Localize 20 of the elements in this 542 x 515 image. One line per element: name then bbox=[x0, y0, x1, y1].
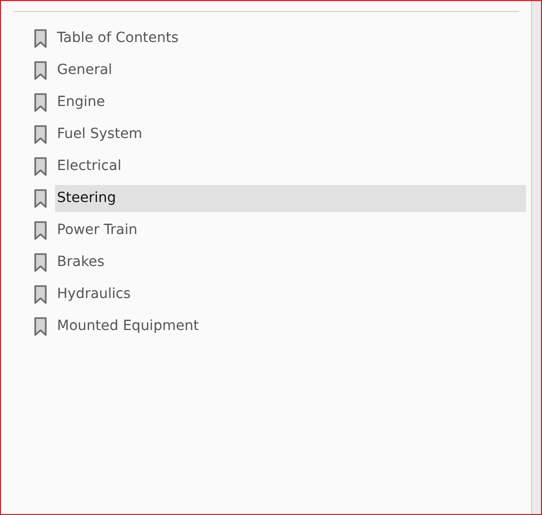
bookmark-icon bbox=[34, 156, 47, 176]
bookmark-item[interactable]: Fuel System bbox=[55, 120, 526, 148]
bookmark-icon bbox=[34, 92, 47, 112]
bookmark-item[interactable]: Electrical bbox=[55, 152, 526, 180]
bookmark-item[interactable]: Hydraulics bbox=[55, 280, 526, 308]
bookmark-icon bbox=[34, 124, 47, 144]
bookmark-icon bbox=[34, 316, 47, 336]
bookmark-item[interactable]: Engine bbox=[55, 88, 526, 116]
bookmark-icon bbox=[34, 220, 47, 240]
bookmark-item[interactable]: Steering bbox=[55, 184, 526, 212]
bookmark-item[interactable]: Table of Contents bbox=[55, 24, 526, 52]
bookmark-icon bbox=[34, 60, 47, 80]
bookmark-item[interactable]: General bbox=[55, 56, 526, 84]
bookmark-icon bbox=[34, 28, 47, 48]
bookmark-icon bbox=[34, 252, 47, 272]
bookmark-item[interactable]: Mounted Equipment bbox=[55, 312, 526, 340]
bookmark-item[interactable]: Brakes bbox=[55, 248, 526, 276]
bookmark-icon bbox=[34, 284, 47, 304]
bookmark-icon bbox=[34, 188, 47, 208]
bookmark-item[interactable]: Power Train bbox=[55, 216, 526, 244]
